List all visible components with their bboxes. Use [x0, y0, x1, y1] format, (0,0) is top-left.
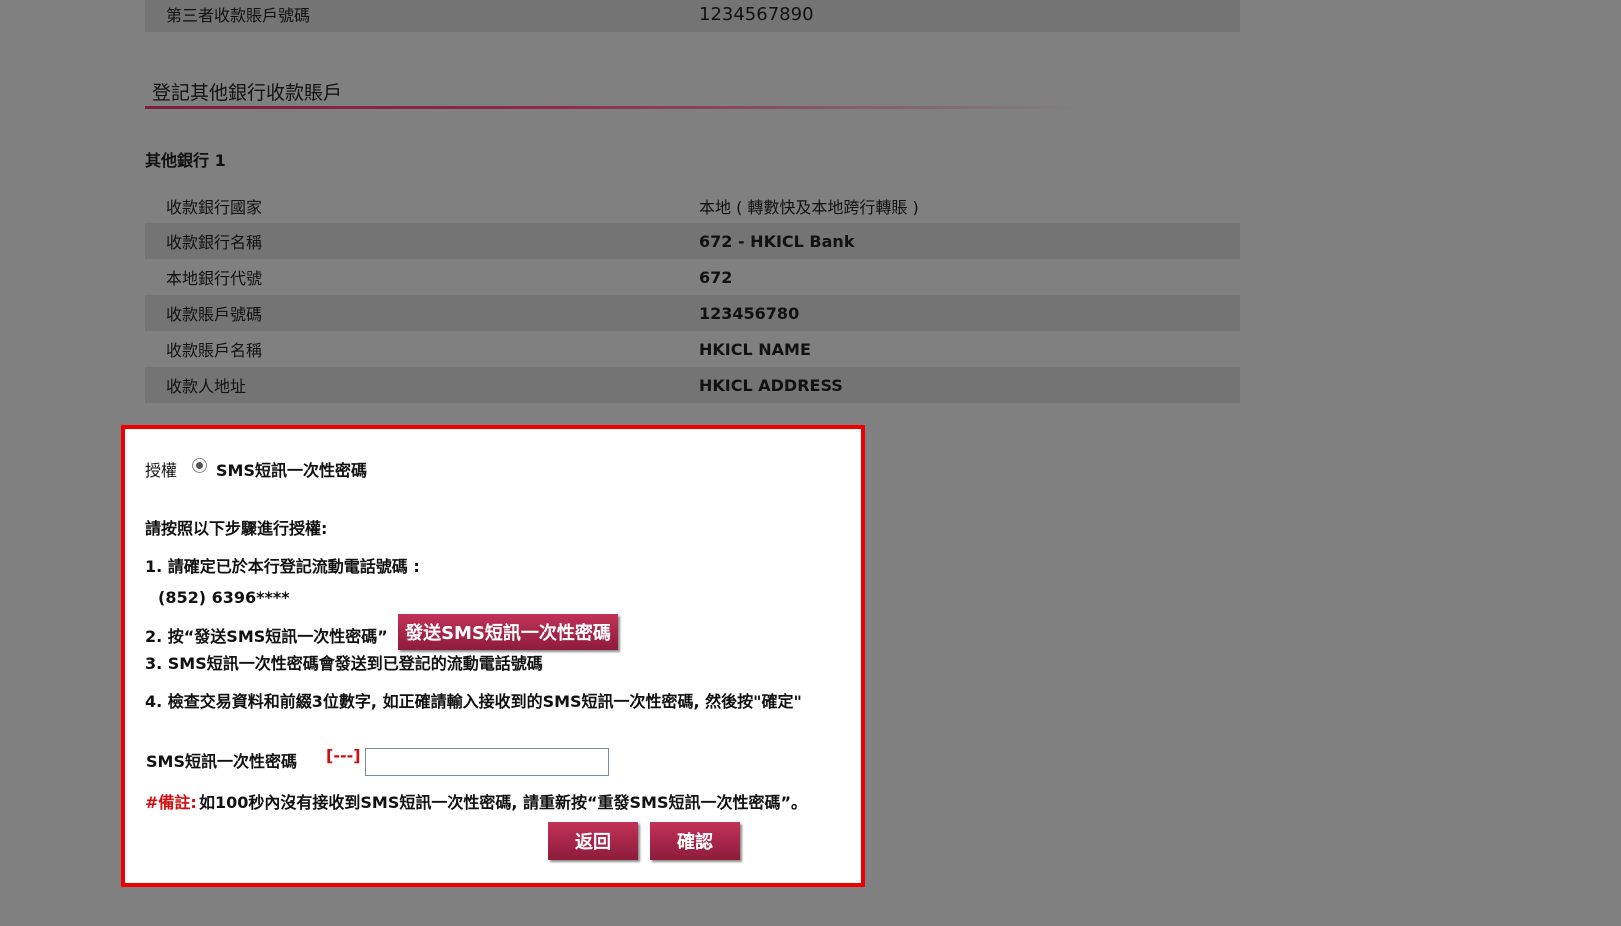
- row-value: 本地 ( 轉數快及本地跨行轉賬 ): [699, 198, 919, 217]
- row-label: 收款銀行國家: [166, 198, 263, 217]
- row-label: 收款賬戶號碼: [166, 305, 263, 324]
- instructions-title: 請按照以下步驟進行授權:: [145, 519, 328, 538]
- registered-phone: (852) 6396****: [158, 588, 290, 607]
- row-value: 672 - HKICL Bank: [699, 231, 855, 251]
- detail-row-account-number: 收款賬戶號碼 123456780: [145, 295, 1240, 331]
- row-value: HKICL ADDRESS: [699, 375, 843, 395]
- row-label: 本地銀行代號: [166, 269, 263, 288]
- note-text: 如100秒內沒有接收到SMS短訊一次性密碼, 請重新按“重發SMS短訊一次性密碼…: [199, 793, 808, 812]
- detail-row-account-name: 收款賬戶名稱 HKICL NAME: [145, 331, 1240, 367]
- detail-row-bank-code: 本地銀行代號 672: [145, 259, 1240, 295]
- detail-row-payee-address: 收款人地址 HKICL ADDRESS: [145, 367, 1240, 403]
- section-divider: [145, 106, 1075, 109]
- bank-subtitle: 其他銀行 1: [145, 151, 226, 170]
- back-button[interactable]: 返回: [548, 822, 638, 860]
- row-label: 收款人地址: [166, 377, 247, 396]
- confirm-button[interactable]: 確認: [650, 822, 740, 860]
- auth-label: 授權: [145, 461, 178, 480]
- sms-otp-radio[interactable]: [192, 458, 207, 473]
- row-value: HKICL NAME: [699, 339, 811, 359]
- detail-row-third-party-account: 第三者收款賬戶號碼 1234567890: [145, 0, 1240, 32]
- send-sms-otp-button[interactable]: 發送SMS短訊一次性密碼: [398, 614, 618, 650]
- authorization-panel: 授權 SMS短訊一次性密碼 請按照以下步驟進行授權: 1. 請確定已於本行登記流…: [121, 425, 865, 887]
- row-value: 123456780: [699, 303, 800, 323]
- otp-input[interactable]: [365, 748, 609, 776]
- detail-row-bank-country: 收款銀行國家 本地 ( 轉數快及本地跨行轉賬 ): [145, 188, 1240, 224]
- row-label: 第三者收款賬戶號碼: [166, 6, 311, 25]
- section-title: 登記其他銀行收款賬戶: [152, 82, 343, 104]
- row-value: 1234567890: [699, 3, 814, 25]
- row-value: 672: [699, 267, 733, 287]
- step-2: 2. 按“發送SMS短訊一次性密碼”: [145, 627, 388, 646]
- note-prefix: #備註:: [145, 793, 197, 812]
- step-4: 4. 檢查交易資料和前綴3位數字, 如正確請輸入接收到的SMS短訊一次性密碼, …: [145, 692, 802, 711]
- row-label: 收款賬戶名稱: [166, 341, 263, 360]
- otp-label: SMS短訊一次性密碼: [146, 752, 297, 771]
- sms-otp-radio-label[interactable]: SMS短訊一次性密碼: [216, 457, 367, 481]
- otp-prefix: [---]: [326, 746, 361, 765]
- step-3: 3. SMS短訊一次性密碼會發送到已登記的流動電話號碼: [145, 654, 543, 673]
- detail-row-bank-name: 收款銀行名稱 672 - HKICL Bank: [145, 223, 1240, 259]
- row-label: 收款銀行名稱: [166, 233, 263, 252]
- step-1: 1. 請確定已於本行登記流動電話號碼 :: [145, 557, 420, 576]
